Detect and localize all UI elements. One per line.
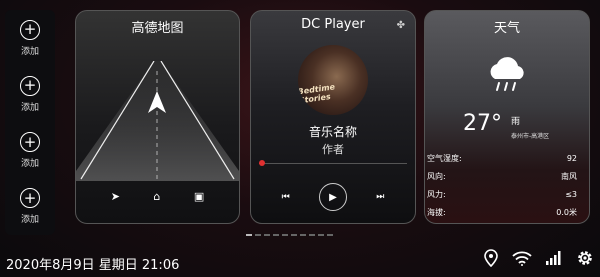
progress-bar[interactable] <box>258 160 407 166</box>
plus-icon: + <box>20 19 40 40</box>
location-icon[interactable] <box>484 249 498 267</box>
rain-cloud-icon <box>490 57 524 91</box>
weather-row-value: 0.0米 <box>556 207 577 217</box>
weather-row: 海拔: 0.0米 <box>427 203 577 221</box>
weather-row: 空气湿度: 92 <box>427 149 577 167</box>
weather-card-title: 天气 <box>493 21 520 36</box>
page-dot[interactable] <box>255 234 261 236</box>
weather-row-value: ≤3 <box>565 189 577 199</box>
page-dot[interactable] <box>327 234 333 236</box>
signal-icon <box>546 251 561 265</box>
add-slot-1[interactable]: + 添加 <box>20 19 40 57</box>
add-label: 添加 <box>20 46 39 57</box>
weather-row-label: 空气湿度: <box>427 153 462 163</box>
next-icon[interactable]: ⏭ <box>376 192 384 202</box>
wifi-icon[interactable] <box>512 251 532 266</box>
add-label: 添加 <box>20 159 39 170</box>
weather-row: 风向: 南风 <box>427 167 577 185</box>
weather-row-value: 南风 <box>561 171 577 181</box>
temperature: 27° <box>463 111 502 136</box>
weather-row-value: 92 <box>566 153 577 163</box>
page-dot[interactable] <box>318 234 324 236</box>
sidebar: + 添加 + 添加 + 添加 + 添加 <box>5 10 55 235</box>
road-illustration <box>76 61 239 181</box>
page-dot[interactable] <box>282 234 288 236</box>
map-card-title: 高德地图 <box>131 21 184 36</box>
play-button[interactable]: ▶ <box>318 183 347 211</box>
grid-icon[interactable]: ✤ <box>397 20 405 31</box>
album-cover: Bedtime Stories <box>298 45 368 115</box>
page-dot[interactable] <box>309 234 315 236</box>
artist-name: 作者 <box>322 143 344 156</box>
page-dot[interactable] <box>300 234 306 236</box>
add-label: 添加 <box>20 102 39 113</box>
weather-row-label: 风力: <box>427 189 446 199</box>
settings-icon[interactable] <box>576 249 594 267</box>
navigate-icon[interactable]: ➤ <box>111 190 120 203</box>
page-dot[interactable] <box>291 234 297 236</box>
progress-knob[interactable] <box>258 160 265 166</box>
add-slot-2[interactable]: + 添加 <box>20 75 40 113</box>
briefcase-icon[interactable]: ▣ <box>194 190 204 203</box>
play-icon: ▶ <box>329 191 337 203</box>
album-cover-text: Bedtime Stories <box>298 82 336 106</box>
location: 泰州市-高港区 <box>511 133 550 140</box>
datetime: 2020年8月9日 星期日 21:06 <box>6 258 180 273</box>
page-indicator[interactable] <box>246 234 333 236</box>
page-dot[interactable] <box>246 234 252 236</box>
weather-condition: 雨 <box>511 117 521 127</box>
song-title: 音乐名称 <box>308 125 357 139</box>
add-slot-3[interactable]: + 添加 <box>20 132 40 169</box>
add-slot-4[interactable]: + 添加 <box>20 188 40 225</box>
player-card-title: DC Player <box>301 17 365 32</box>
plus-icon: + <box>20 132 40 153</box>
player-card[interactable]: DC Player ✤ Bedtime Stories 音乐名称 作者 ⏮ ▶ … <box>250 10 416 224</box>
page-dot[interactable] <box>264 234 270 236</box>
add-label: 添加 <box>20 215 39 226</box>
weather-details: 空气湿度: 92 风向: 南风 风力: ≤3 海拔: 0.0米 <box>427 149 577 221</box>
weather-row: 风力: ≤3 <box>427 185 577 203</box>
weather-card[interactable]: 天气 27° 雨 泰州市-高港区 空气湿度: 92 风向: 南风 风力: ≤3 海拔:… <box>424 10 590 224</box>
previous-icon[interactable]: ⏮ <box>282 192 290 202</box>
weather-row-label: 海拔: <box>427 207 446 217</box>
plus-icon: + <box>20 75 40 96</box>
home-icon[interactable]: ⌂ <box>153 190 160 203</box>
map-card[interactable]: 高德地图 ➤ ⌂ ▣ <box>75 10 240 224</box>
page-dot[interactable] <box>273 234 279 236</box>
weather-row-label: 风向: <box>427 171 446 181</box>
status-icons <box>484 249 594 267</box>
plus-icon: + <box>20 188 40 209</box>
